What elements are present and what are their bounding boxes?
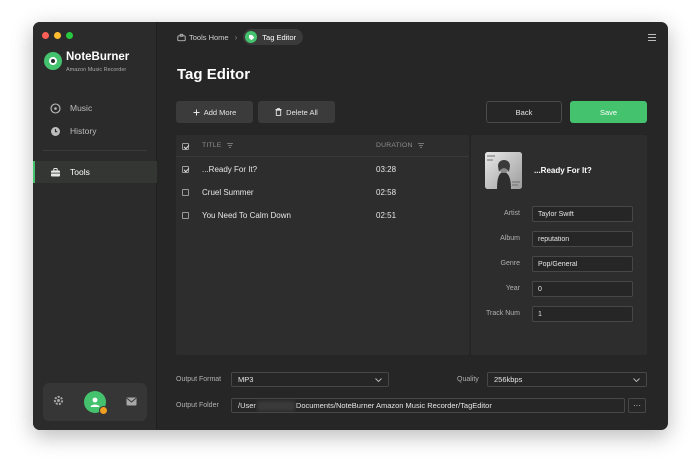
toolbox-icon xyxy=(50,167,61,178)
hamburger-menu-icon[interactable] xyxy=(648,34,656,43)
detail-track-title: ...Ready For It? xyxy=(534,166,592,175)
brand-subtitle: Amazon Music Recorder xyxy=(66,67,127,73)
save-button[interactable]: Save xyxy=(570,101,647,123)
user-icon xyxy=(90,397,100,407)
row-checkbox[interactable] xyxy=(182,189,189,196)
row-checkbox[interactable] xyxy=(182,166,189,173)
output-format-label: Output Format xyxy=(176,376,222,383)
genre-field[interactable] xyxy=(532,256,633,272)
breadcrumb: Tools Home › Tag Editor xyxy=(177,29,304,45)
sort-icon xyxy=(226,143,233,148)
minimize-window-button[interactable] xyxy=(54,32,61,39)
artist-field[interactable] xyxy=(532,206,633,222)
sidebar-divider xyxy=(43,150,147,151)
breadcrumb-current: Tag Editor xyxy=(243,29,304,45)
sidebar-item-label: Music xyxy=(70,103,93,113)
album-label: Album xyxy=(500,235,520,242)
table-header: TITLE DURATION xyxy=(176,135,469,157)
trash-icon xyxy=(275,108,282,116)
window-controls xyxy=(42,32,73,39)
album-cover[interactable] xyxy=(485,152,522,189)
add-more-button[interactable]: Add More xyxy=(176,101,253,123)
maximize-window-button[interactable] xyxy=(66,32,73,39)
settings-icon[interactable] xyxy=(53,393,64,411)
browse-folder-button[interactable]: ··· xyxy=(628,398,646,413)
sidebar-item-tools[interactable]: Tools xyxy=(33,161,157,183)
select-all-checkbox[interactable] xyxy=(182,143,189,150)
album-field[interactable] xyxy=(532,231,633,247)
redacted-username xyxy=(256,401,295,412)
main-content: Tools Home › Tag Editor Tag Editor Add M… xyxy=(157,22,668,430)
year-field[interactable] xyxy=(532,281,633,297)
track-title: You Need To Calm Down xyxy=(202,211,291,220)
column-header-title[interactable]: TITLE xyxy=(202,142,233,149)
genre-label: Genre xyxy=(500,260,520,267)
delete-all-button[interactable]: Delete All xyxy=(258,101,335,123)
sidebar-bottom-bar xyxy=(43,383,147,421)
year-label: Year xyxy=(505,285,520,292)
back-button[interactable]: Back xyxy=(486,101,562,123)
mail-icon[interactable] xyxy=(126,393,137,411)
column-header-duration[interactable]: DURATION xyxy=(376,142,424,149)
premium-badge-icon xyxy=(99,406,108,415)
table-row[interactable]: Cruel Summer 02:58 xyxy=(176,182,469,204)
artist-label: Artist xyxy=(504,210,520,217)
quality-select[interactable]: 256kbps xyxy=(487,372,647,387)
close-window-button[interactable] xyxy=(42,32,49,39)
app-window: NoteBurner Amazon Music Recorder Music H… xyxy=(33,22,668,430)
table-row[interactable]: You Need To Calm Down 02:51 xyxy=(176,205,469,227)
sort-icon xyxy=(417,143,424,148)
sidebar-item-music[interactable]: Music xyxy=(33,97,157,119)
tag-detail-panel: ...Ready For It? Artist Album Genre Year… xyxy=(471,135,647,355)
row-checkbox[interactable] xyxy=(182,212,189,219)
track-title: Cruel Summer xyxy=(202,188,254,197)
noteburner-logo-icon xyxy=(44,52,62,70)
table-row[interactable]: ...Ready For It? 03:28 xyxy=(176,159,469,181)
sidebar: NoteBurner Amazon Music Recorder Music H… xyxy=(33,22,157,430)
page-title: Tag Editor xyxy=(177,66,251,83)
brand-name: NoteBurner xyxy=(66,51,130,63)
track-duration: 02:58 xyxy=(376,188,397,197)
avatar[interactable] xyxy=(84,391,108,415)
output-folder-label: Output Folder xyxy=(176,402,219,409)
track-num-label: Track Num xyxy=(486,310,520,317)
quality-label: Quality xyxy=(457,376,479,383)
track-duration: 02:51 xyxy=(376,211,397,220)
breadcrumb-tools-home[interactable]: Tools Home xyxy=(177,33,229,42)
chevron-down-icon xyxy=(375,377,382,382)
tag-icon xyxy=(245,31,258,43)
track-title: ...Ready For It? xyxy=(202,165,258,174)
track-duration: 03:28 xyxy=(376,165,397,174)
track-table: TITLE DURATION ...Ready For It? 03:28 Cr… xyxy=(176,135,469,355)
sidebar-item-history[interactable]: History xyxy=(33,120,157,142)
music-note-icon xyxy=(50,102,61,114)
sidebar-item-label: Tools xyxy=(70,167,90,177)
output-folder-field[interactable]: /User Documents/NoteBurner Amazon Music R… xyxy=(231,398,625,413)
output-format-select[interactable]: MP3 xyxy=(231,372,389,387)
chevron-down-icon xyxy=(633,377,640,382)
brand: NoteBurner Amazon Music Recorder xyxy=(44,51,129,74)
track-num-field[interactable] xyxy=(532,306,633,322)
plus-icon xyxy=(193,109,200,116)
sidebar-item-label: History xyxy=(70,126,97,136)
chevron-right-icon: › xyxy=(234,32,238,42)
toolbox-icon xyxy=(177,33,186,42)
clock-icon xyxy=(50,126,61,137)
